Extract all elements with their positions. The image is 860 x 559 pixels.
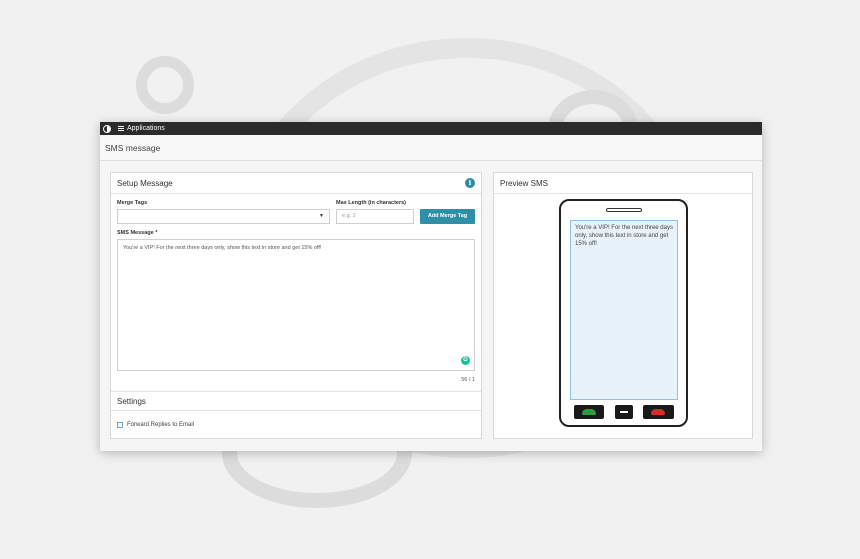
grammarly-icon[interactable]: G <box>461 356 470 365</box>
max-length-input[interactable]: e.g. 2 <box>336 209 414 224</box>
info-icon[interactable]: i <box>465 178 475 188</box>
chevron-down-icon: ▼ <box>319 213 324 219</box>
applications-menu[interactable]: Applications <box>127 125 165 132</box>
forward-replies-checkbox[interactable] <box>117 422 123 428</box>
setup-message-panel: Setup Message i Merge Tags ▼ Max Length … <box>110 172 482 439</box>
apps-grid-icon[interactable] <box>118 125 124 132</box>
phone-speaker <box>606 208 642 212</box>
add-merge-tag-button[interactable]: Add Merge Tag <box>420 209 475 224</box>
top-bar: Applications <box>100 122 762 135</box>
preview-sms-header: Preview SMS <box>494 173 752 194</box>
merge-tags-label: Merge Tags <box>117 200 148 206</box>
phone-end-icon <box>651 409 665 415</box>
sms-message-textarea[interactable]: You're a VIP! For the next three days on… <box>117 239 475 371</box>
forward-replies-option[interactable]: Forward Replies to Email <box>117 422 194 428</box>
minus-icon <box>620 411 628 413</box>
app-window: Applications SMS message Setup Message i… <box>100 122 762 451</box>
background-ring <box>136 56 194 114</box>
logo-icon[interactable] <box>103 124 111 133</box>
phone-screen: You're a VIP! For the next three days on… <box>570 220 678 400</box>
sms-message-label: SMS Message * <box>117 230 158 236</box>
sms-message-text: You're a VIP! For the next three days on… <box>123 245 322 251</box>
char-counter: 56 / 1 <box>461 377 475 383</box>
merge-tags-select[interactable]: ▼ <box>117 209 330 224</box>
phone-mockup: You're a VIP! For the next three days on… <box>559 199 688 427</box>
setup-message-title: Setup Message <box>117 178 173 188</box>
phone-end-button <box>643 405 674 419</box>
preview-message-text: You're a VIP! For the next three days on… <box>575 225 673 247</box>
setup-message-header: Setup Message i <box>111 173 481 194</box>
preview-sms-title: Preview SMS <box>500 178 549 188</box>
settings-header: Settings <box>111 391 481 411</box>
forward-replies-label: Forward Replies to Email <box>127 422 195 428</box>
max-length-label: Max Length (in characters) <box>336 200 406 206</box>
phone-call-icon <box>582 409 596 415</box>
preview-sms-panel: Preview SMS You're a VIP! For the next t… <box>493 172 753 439</box>
page-title: SMS message <box>100 135 762 161</box>
phone-call-button <box>574 405 604 419</box>
phone-menu-button <box>615 405 633 419</box>
